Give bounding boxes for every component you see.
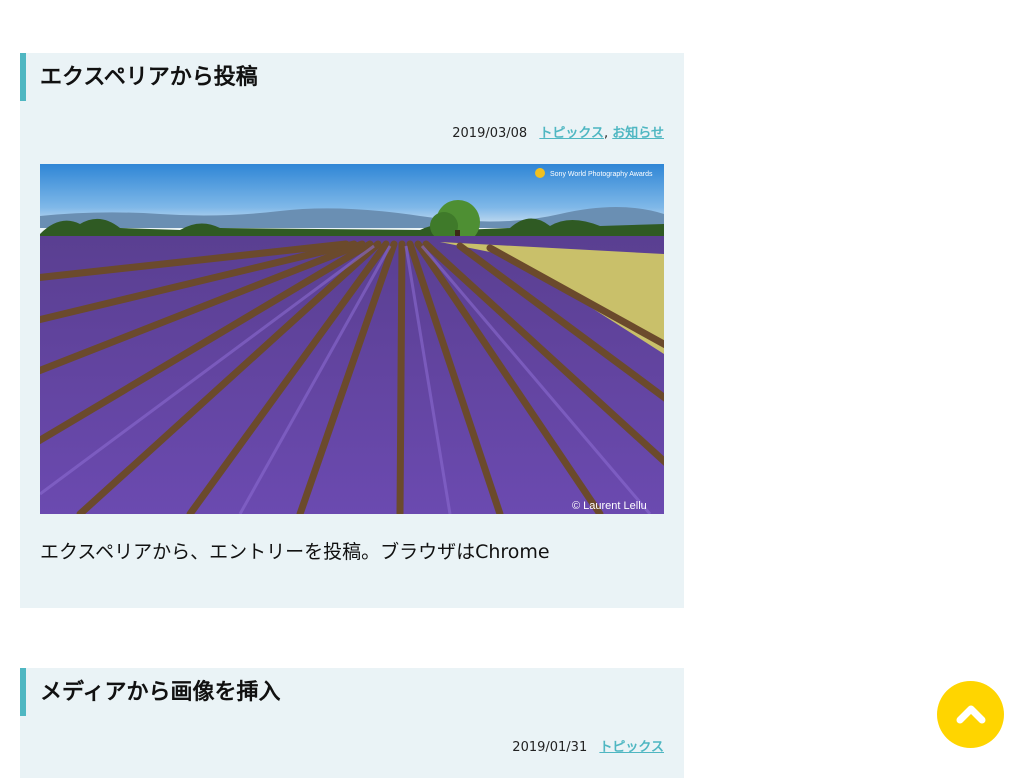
category-separator: ,: [603, 126, 609, 141]
post-card: エクスペリアから投稿 2019/03/08 トピックス, お知らせ Sony W…: [20, 53, 684, 608]
post-meta: 2019/01/31 トピックス: [512, 740, 664, 756]
image-credit: © Laurent Lellu: [572, 500, 647, 512]
scroll-to-top-button[interactable]: [937, 681, 1004, 748]
chevron-up-icon: [956, 702, 986, 728]
post-featured-image[interactable]: Sony World Photography Awards © Laurent …: [40, 164, 664, 514]
post-date: 2019/01/31: [512, 740, 588, 755]
category-link-topics[interactable]: トピックス: [539, 126, 604, 141]
post-date: 2019/03/08: [452, 126, 528, 141]
post-title[interactable]: エクスペリアから投稿: [20, 53, 684, 101]
category-link-news[interactable]: お知らせ: [612, 126, 664, 141]
post-meta: 2019/03/08 トピックス, お知らせ: [452, 126, 664, 142]
image-watermark: Sony World Photography Awards: [550, 171, 653, 178]
post-card: メディアから画像を挿入 2019/01/31 トピックス: [20, 668, 684, 778]
post-title[interactable]: メディアから画像を挿入: [20, 668, 684, 716]
category-link-topics[interactable]: トピックス: [599, 740, 664, 755]
post-excerpt: エクスペリアから、エントリーを投稿。ブラウザはChrome: [40, 541, 550, 563]
